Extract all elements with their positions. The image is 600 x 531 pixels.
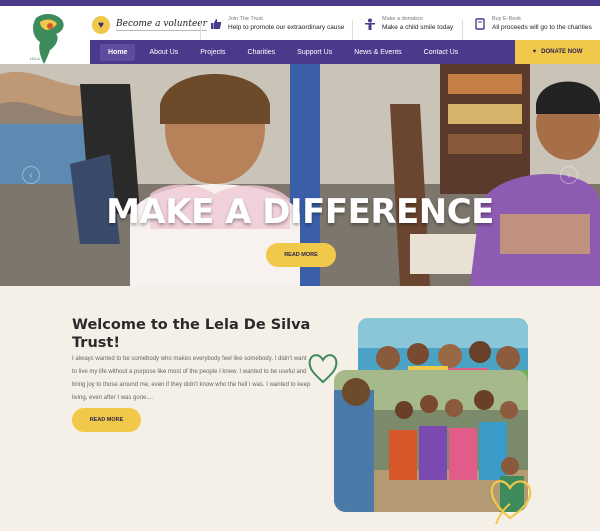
nav-item-projects[interactable]: Projects	[192, 44, 233, 61]
person-icon	[365, 18, 375, 30]
buy-ebook-text: All proceeds will go to the charities	[492, 24, 592, 31]
nav-item-contact-us[interactable]: Contact Us	[416, 44, 467, 61]
welcome-read-more-button[interactable]: READ MORE	[72, 408, 141, 432]
volunteer-label: Become a volunteer	[116, 19, 207, 31]
nav-item-charities[interactable]: Charities	[240, 44, 284, 61]
book-icon	[475, 18, 485, 30]
hero-read-more-button[interactable]: READ MORE	[266, 243, 336, 267]
divider	[352, 20, 353, 40]
svg-text:LELA: LELA	[30, 56, 40, 61]
nav-item-home[interactable]: Home	[100, 43, 136, 61]
heart-icon: ♥	[92, 16, 110, 34]
buy-ebook-title: Buy E-Book	[492, 16, 522, 22]
join-trust-title: Join The Trust	[228, 16, 263, 22]
hero-banner: ‹ › MAKE A DIFFERENCE READ MORE	[0, 64, 600, 286]
nav-item-news-events[interactable]: News & Events	[346, 44, 409, 61]
hero-prev-arrow[interactable]: ‹	[22, 166, 40, 184]
join-trust-text: Help to promote our extraordinary cause	[228, 24, 345, 31]
become-volunteer-link[interactable]: ♥ Become a volunteer	[92, 16, 207, 34]
heart-doodle-icon	[490, 480, 532, 525]
nav-item-support-us[interactable]: Support Us	[289, 44, 340, 61]
welcome-title: Welcome to the Lela De Silva Trust!	[72, 317, 311, 351]
hero-title: MAKE A DIFFERENCE	[106, 192, 494, 232]
main-nav: Home About Us Projects Charities Support…	[90, 40, 515, 64]
logo[interactable]: LELA	[26, 10, 70, 66]
buy-ebook-link[interactable]: Buy E-Book All proceeds will go to the c…	[474, 16, 592, 31]
join-trust-link[interactable]: Join The Trust Help to promote our extra…	[210, 16, 344, 31]
nav-item-about-us[interactable]: About Us	[141, 44, 186, 61]
heart-icon: ♥	[532, 49, 537, 55]
make-donation-title: Make a donation	[382, 16, 423, 22]
make-donation-text: Make a child smile today	[382, 24, 454, 31]
donate-label: DONATE NOW	[541, 49, 583, 55]
thumbs-up-icon	[211, 19, 222, 29]
make-donation-link[interactable]: Make a donation Make a child smile today	[364, 16, 453, 31]
hero-next-arrow[interactable]: ›	[560, 166, 578, 184]
divider	[462, 20, 463, 40]
donate-now-button[interactable]: ♥ DONATE NOW	[515, 40, 600, 64]
welcome-body: I always wanted to be somebody who makes…	[72, 356, 311, 401]
divider	[200, 20, 201, 40]
